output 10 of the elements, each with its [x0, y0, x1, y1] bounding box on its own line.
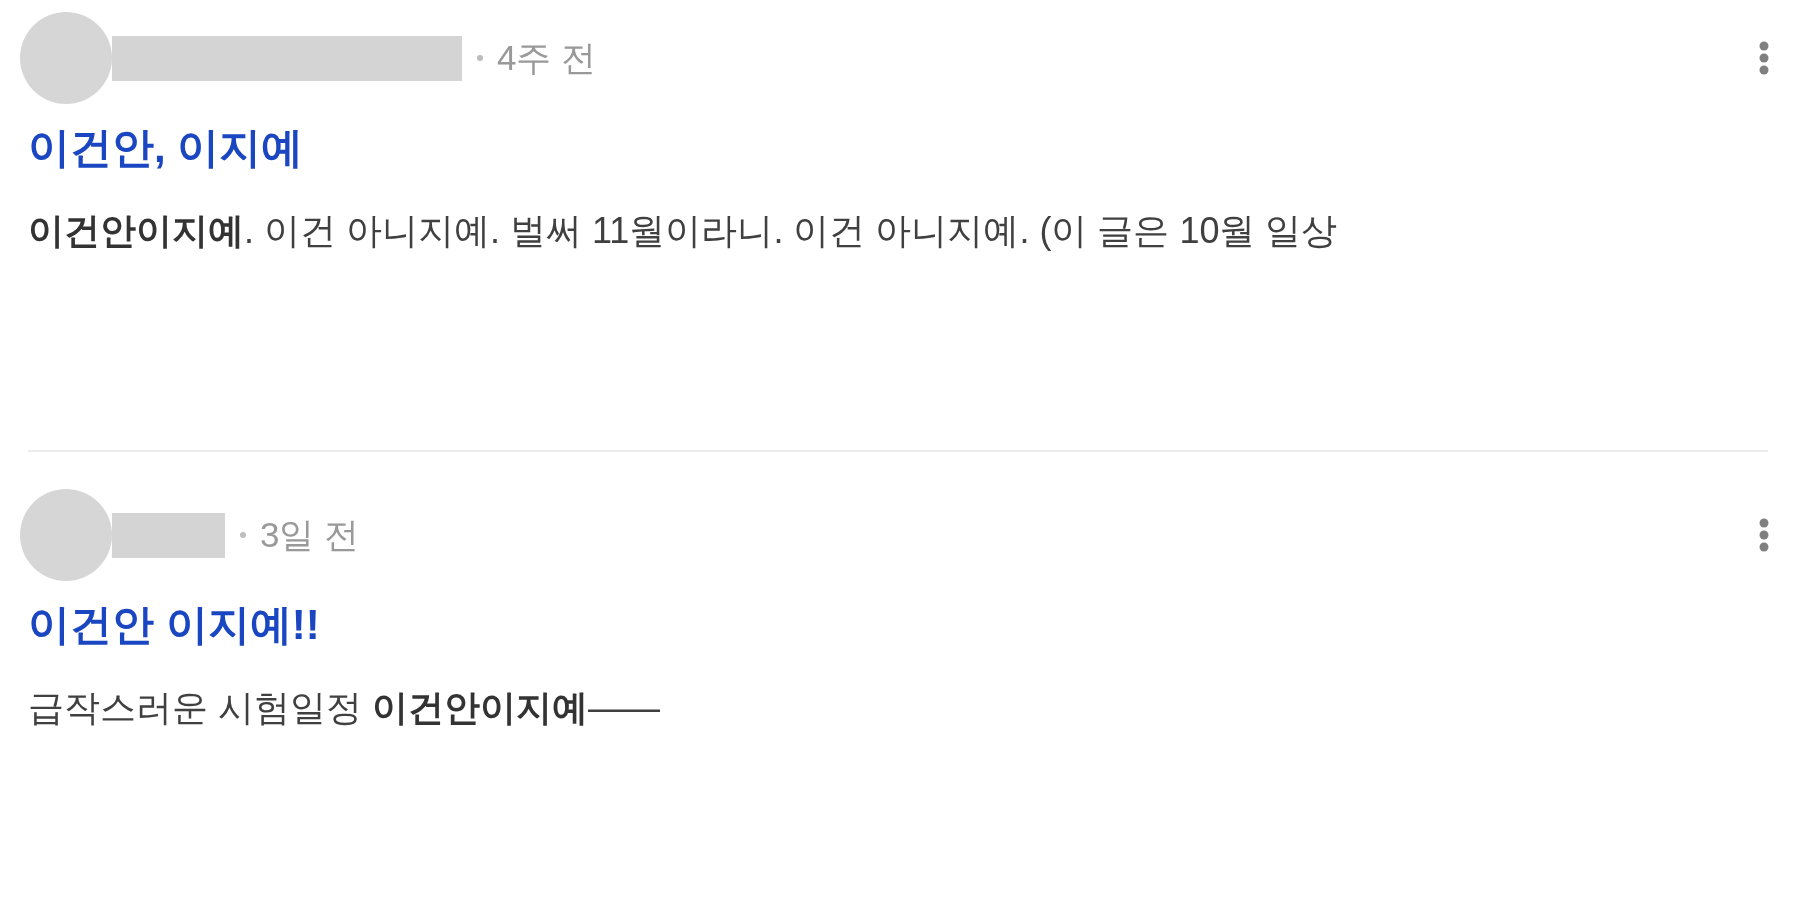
post-excerpt: 급작스러운 시험일정 이건안이지예——	[28, 686, 660, 730]
post-time: 4주 전	[497, 37, 597, 79]
more-options-icon[interactable]	[1759, 518, 1769, 552]
post-title[interactable]: 이건안 이지예!!	[28, 597, 320, 652]
post-time: 3일 전	[260, 514, 360, 556]
post-excerpt: 이건안이지예. 이건 아니지예. 벌써 11월이라니. 이건 아니지예. (이 글은 10월 일상	[28, 209, 1338, 253]
separator-dot-icon	[477, 55, 483, 61]
separator-dot-icon	[240, 532, 246, 538]
more-options-icon[interactable]	[1759, 41, 1769, 75]
post-title[interactable]: 이건안, 이지예	[28, 120, 304, 175]
